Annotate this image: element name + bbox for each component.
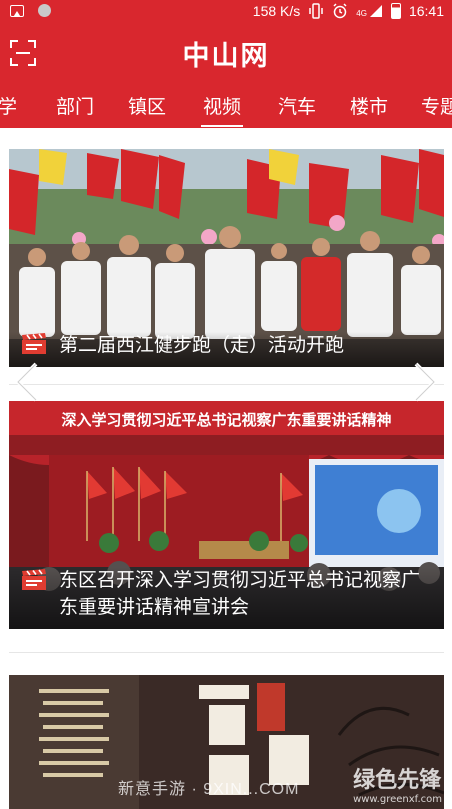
vibrate-icon: [309, 3, 324, 19]
video-clapper-icon: [22, 333, 46, 354]
next-arrow-icon[interactable]: [410, 360, 440, 404]
divider: [9, 652, 444, 653]
previous-arrow-icon[interactable]: [12, 360, 42, 404]
video-card[interactable]: 第二届西江健步跑（走）活动开跑: [9, 149, 444, 367]
tab-departments[interactable]: 部门: [56, 92, 94, 119]
app-notification-icon: [38, 4, 51, 17]
tab-study[interactable]: 学: [0, 92, 17, 119]
video-title: 东区召开深入学习贯彻习近平总书记视察广东重要讲话精神宣讲会: [59, 569, 421, 618]
video-caption: 东区召开深入学习贯彻习近平总书记视察广东重要讲话精神宣讲会: [9, 567, 444, 629]
watermark-right-text: 绿色先锋: [353, 768, 442, 793]
signal-icon: 4G: [356, 4, 383, 18]
tab-video[interactable]: 视频: [200, 92, 244, 127]
app-header: 中山网: [0, 24, 452, 80]
alarm-icon: [333, 3, 347, 19]
clock: 16:41: [408, 3, 444, 19]
video-feed: 第二届西江健步跑（走）活动开跑 深入学习贯彻习近平总书记视察广东重要讲话精神 东…: [0, 128, 452, 809]
video-card[interactable]: 深入学习贯彻习近平总书记视察广东重要讲话精神 东区召开深入学习贯彻习近平总书记视…: [9, 401, 444, 629]
banner-text: 深入学习贯彻习近平总书记视察广东重要讲话精神: [61, 411, 392, 429]
status-bar: 158 K/s 4G 16:41: [0, 0, 452, 24]
watermark-right-url: www.greenxf.com: [353, 794, 442, 805]
divider: [9, 384, 444, 385]
watermark-right: 绿色先锋 www.greenxf.com: [353, 762, 442, 805]
video-title: 第二届西江健步跑（走）活动开跑: [59, 334, 345, 356]
tab-auto[interactable]: 汽车: [278, 92, 316, 119]
tab-property[interactable]: 楼市: [350, 92, 388, 119]
app-logo-title: 中山网: [182, 41, 270, 72]
tab-topics[interactable]: 专题: [421, 92, 452, 119]
video-caption: 第二届西江健步跑（走）活动开跑: [9, 332, 444, 367]
watermark-left: 新意手游 · 9XIN...COM: [118, 781, 300, 798]
image-notification-icon: [10, 4, 24, 17]
battery-icon: [390, 3, 401, 19]
tab-towns[interactable]: 镇区: [128, 92, 166, 119]
signal-label: 4G: [356, 9, 367, 18]
video-clapper-icon: [22, 569, 46, 590]
category-tab-bar: 学 部门 镇区 视频 汽车 楼市 专题: [0, 80, 452, 128]
network-speed: 158 K/s: [252, 3, 301, 19]
